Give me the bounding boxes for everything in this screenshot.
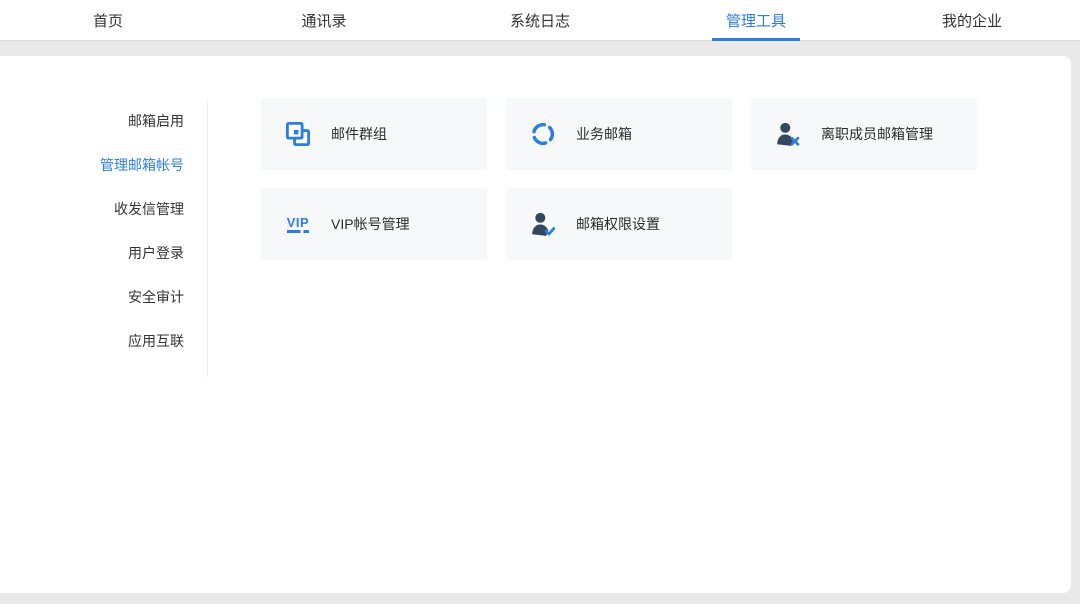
- card-mail-groups-label: 邮件群组: [331, 124, 387, 144]
- sidebar-item-mailbox-activation[interactable]: 邮箱启用: [0, 99, 207, 143]
- tab-my-enterprise[interactable]: 我的企业: [864, 0, 1080, 40]
- active-tab-underline: [712, 38, 800, 41]
- content-area: 邮件群组 业务邮箱: [208, 56, 1071, 593]
- tab-my-enterprise-label: 我的企业: [942, 10, 1002, 31]
- sidebar-item-app-interconnection[interactable]: 应用互联: [0, 319, 207, 363]
- tab-contacts-label: 通讯录: [301, 10, 346, 31]
- vip-icon-text: VIP: [287, 216, 309, 233]
- card-vip-account-management[interactable]: VIP VIP帐号管理: [261, 188, 487, 260]
- tab-system-log[interactable]: 系统日志: [432, 0, 648, 40]
- tab-admin-tools[interactable]: 管理工具: [648, 0, 864, 40]
- card-mailbox-permission-settings-label: 邮箱权限设置: [576, 214, 660, 234]
- person-check-icon: [529, 210, 557, 238]
- card-departed-member-mailbox-label: 离职成员邮箱管理: [821, 124, 933, 144]
- sidebar-item-security-audit[interactable]: 安全审计: [0, 275, 207, 319]
- sidebar-item-user-login[interactable]: 用户登录: [0, 231, 207, 275]
- vip-icon: VIP: [284, 210, 312, 238]
- card-vip-account-management-label: VIP帐号管理: [331, 214, 410, 234]
- mail-group-icon: [284, 120, 312, 148]
- card-business-mailbox[interactable]: 业务邮箱: [506, 98, 732, 170]
- tab-contacts[interactable]: 通讯录: [216, 0, 432, 40]
- tab-home[interactable]: 首页: [0, 0, 216, 40]
- tool-card-grid: 邮件群组 业务邮箱: [261, 98, 981, 260]
- card-mailbox-permission-settings[interactable]: 邮箱权限设置: [506, 188, 732, 260]
- tab-home-label: 首页: [93, 10, 123, 31]
- business-mailbox-sync-icon: [529, 120, 557, 148]
- sidebar-item-manage-mailbox-accounts[interactable]: 管理邮箱帐号: [0, 143, 207, 187]
- card-departed-member-mailbox[interactable]: 离职成员邮箱管理: [751, 98, 977, 170]
- sidebar-menu: 邮箱启用 管理邮箱帐号 收发信管理 用户登录 安全审计 应用互联: [0, 99, 208, 377]
- main-panel: 邮箱启用 管理邮箱帐号 收发信管理 用户登录 安全审计 应用互联 邮件群组: [0, 56, 1071, 593]
- sidebar-item-send-receive-management[interactable]: 收发信管理: [0, 187, 207, 231]
- sidebar: 邮箱启用 管理邮箱帐号 收发信管理 用户登录 安全审计 应用互联: [0, 56, 208, 593]
- tab-admin-tools-label: 管理工具: [726, 10, 786, 31]
- card-business-mailbox-label: 业务邮箱: [576, 124, 632, 144]
- person-remove-icon: [774, 120, 802, 148]
- top-navigation: 首页 通讯录 系统日志 管理工具 我的企业: [0, 0, 1080, 41]
- card-mail-groups[interactable]: 邮件群组: [261, 98, 487, 170]
- tab-system-log-label: 系统日志: [510, 10, 570, 31]
